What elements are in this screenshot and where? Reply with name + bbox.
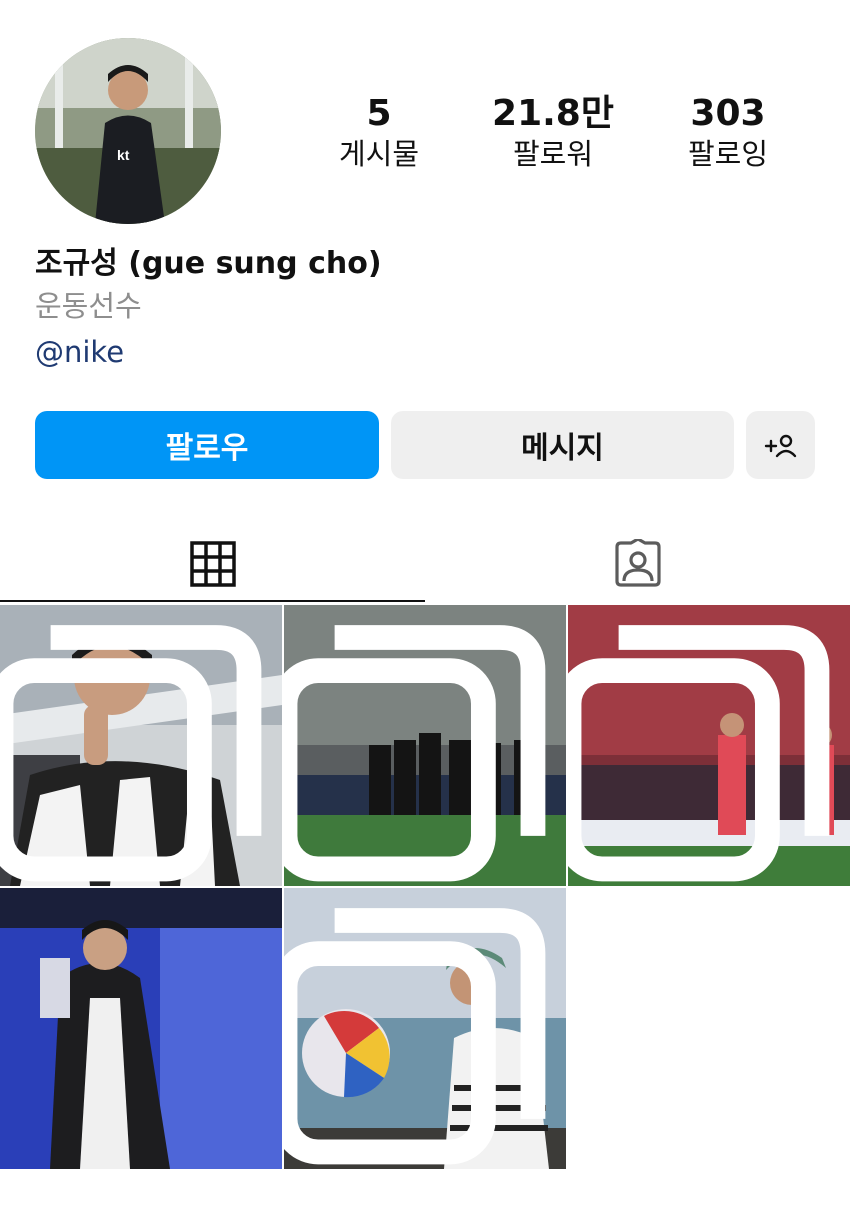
multiple-photos-icon — [284, 625, 546, 882]
multiple-photos-icon — [0, 625, 262, 882]
photo-thumbnail — [0, 888, 282, 1169]
message-button[interactable]: 메시지 — [391, 411, 734, 479]
active-tab-indicator — [0, 600, 425, 602]
add-person-icon — [764, 434, 796, 458]
posts-stat[interactable]: 5 게시물 — [299, 92, 459, 172]
posts-count: 5 — [366, 93, 392, 134]
post-tile[interactable] — [0, 605, 282, 886]
followers-stat[interactable]: 21.8만 팔로워 — [473, 92, 633, 172]
post-tile[interactable] — [0, 888, 282, 1169]
tab-posts-grid[interactable] — [0, 528, 425, 600]
following-label: 팔로잉 — [687, 137, 769, 171]
multiple-photos-icon — [284, 908, 546, 1165]
following-count: 303 — [690, 93, 766, 134]
posts-label: 게시물 — [338, 137, 420, 171]
multiple-photos-icon — [568, 625, 830, 882]
svg-text:kt: kt — [117, 147, 130, 163]
tab-tagged[interactable] — [425, 528, 850, 600]
following-stat[interactable]: 303 팔로잉 — [648, 92, 808, 172]
post-tile[interactable] — [284, 605, 566, 886]
suggest-users-button[interactable] — [746, 411, 815, 479]
tagged-person-icon — [614, 539, 661, 587]
grid-icon — [189, 541, 236, 587]
profile-name: 조규성 (gue sung cho) — [35, 246, 382, 281]
followers-label: 팔로워 — [512, 137, 594, 171]
post-tile[interactable] — [568, 605, 850, 886]
profile-link[interactable]: @nike — [35, 332, 124, 372]
followers-count: 21.8만 — [492, 93, 614, 134]
profile-avatar[interactable]: kt — [35, 38, 221, 224]
avatar-photo: kt — [35, 38, 221, 224]
post-tile[interactable] — [284, 888, 566, 1169]
profile-category: 운동선수 — [35, 289, 142, 323]
follow-button[interactable]: 팔로우 — [35, 411, 379, 479]
